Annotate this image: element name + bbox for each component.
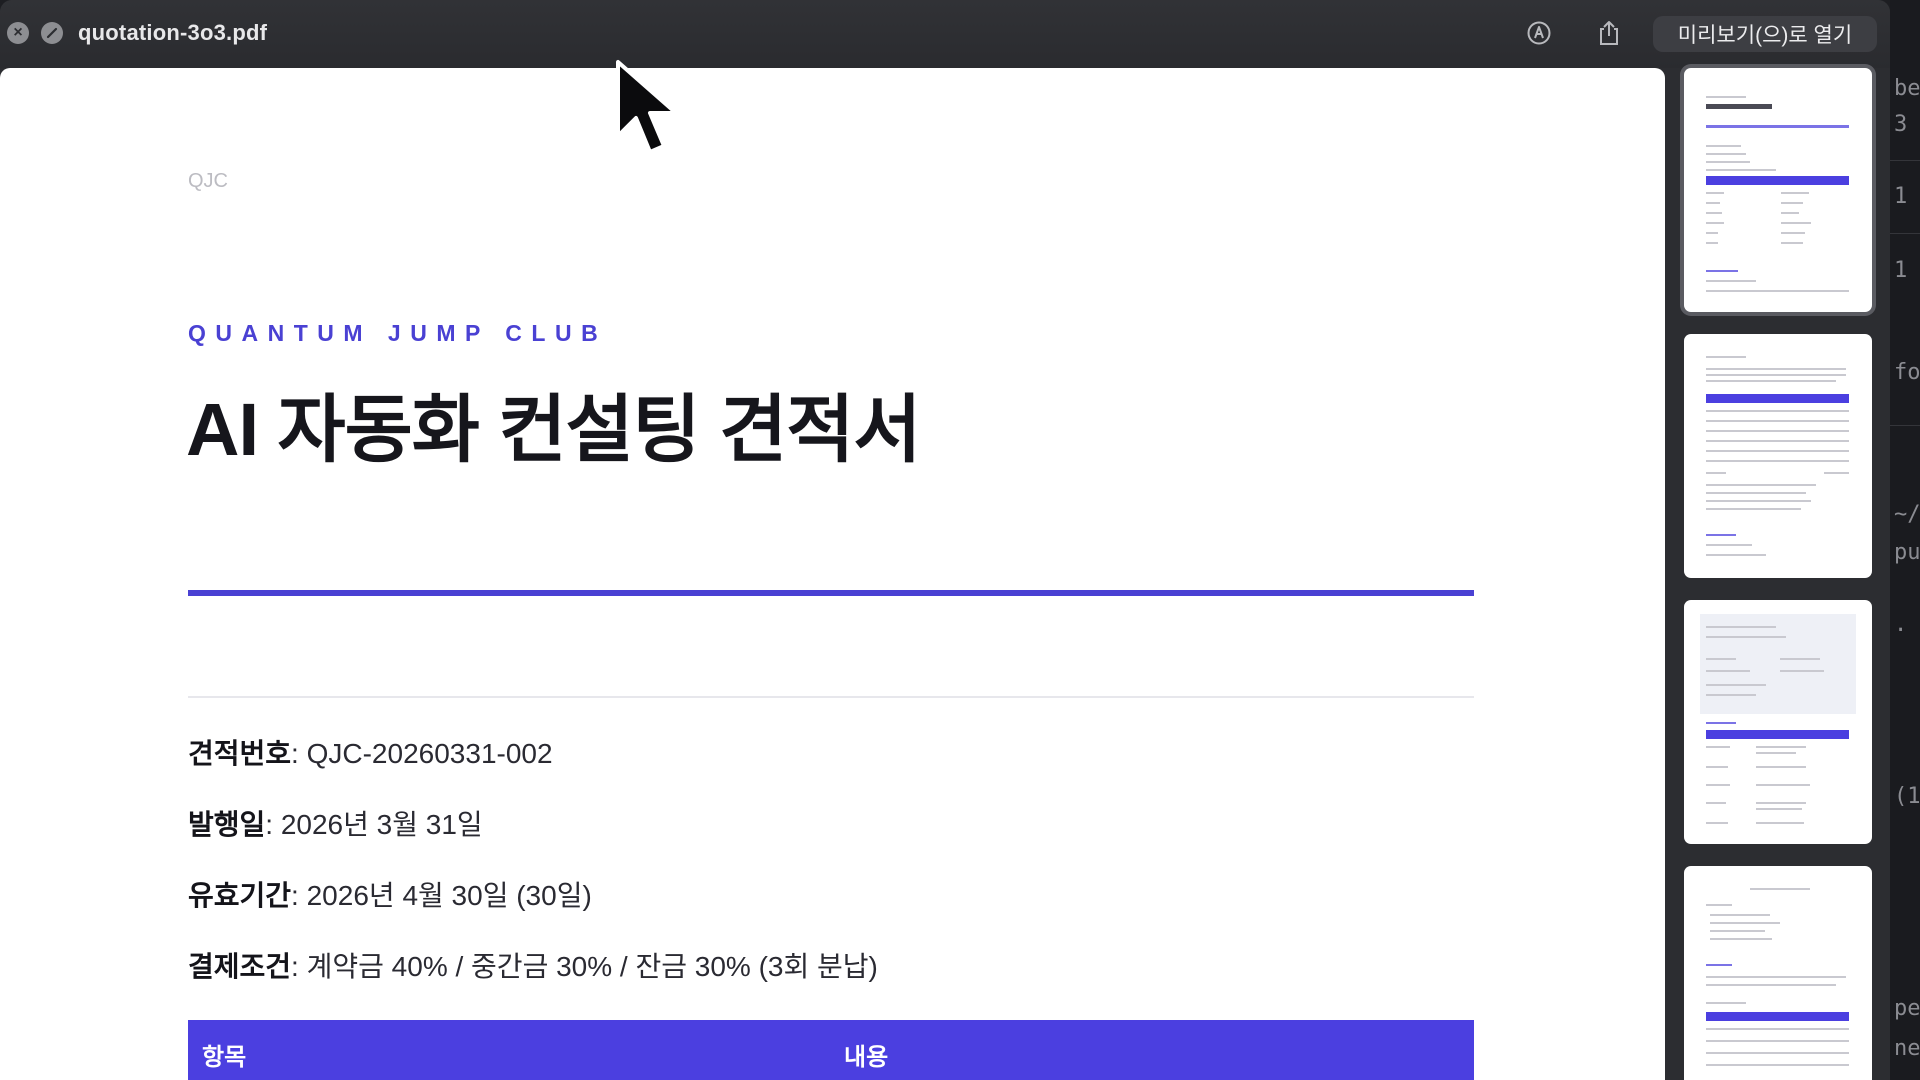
window-filename: quotation-3o3.pdf xyxy=(78,20,268,45)
open-with-preview-button[interactable]: 미리보기(으)로 열기 xyxy=(1653,16,1877,52)
terminal-fragment: ne xyxy=(1894,1036,1920,1061)
valid-until-line: 유효기간: 2026년 4월 30일 (30일) xyxy=(188,880,592,911)
quicklook-window: × quotation-3o3.pdf 미리보기(으)로 열기 QJC QUAN… xyxy=(0,0,1890,1080)
close-icon[interactable]: × xyxy=(7,22,29,44)
terminal-fragment: 1 xyxy=(1894,258,1908,283)
share-icon[interactable] xyxy=(1594,18,1624,48)
document-page: QJC QUANTUM JUMP CLUB AI 자동화 컨설팅 견적서 견적번… xyxy=(0,68,1665,1080)
page-thumbnail-1[interactable] xyxy=(1684,68,1872,312)
terminal-fragment: fo xyxy=(1894,360,1920,385)
terminal-divider xyxy=(1890,160,1920,161)
quote-number-label: 견적번호 xyxy=(188,738,292,769)
terminal-fragment: be xyxy=(1894,76,1920,101)
issue-date-line: 발행일: 2026년 3월 31일 xyxy=(188,809,483,840)
terminal-fragment: 1 xyxy=(1894,184,1908,209)
terminal-fragment: pu xyxy=(1894,540,1920,565)
terminal-fragment: 3 xyxy=(1894,112,1908,137)
terminal-divider xyxy=(1890,425,1920,426)
payment-terms-label: 결제조건 xyxy=(188,951,292,982)
background-terminal: be 3 1 1 fo ~/ pu . (1 per ne xyxy=(1890,0,1920,1080)
payment-terms-line: 결제조건: 계약금 40% / 중간금 30% / 잔금 30% (3회 분납) xyxy=(188,951,878,982)
quote-number-line: 견적번호: QJC-20260331-002 xyxy=(188,738,553,769)
terminal-fragment: . xyxy=(1894,612,1908,637)
table-header-item: 항목 xyxy=(202,1044,247,1071)
terminal-fragment: (1 xyxy=(1894,784,1920,809)
table-header: 항목 내용 xyxy=(188,1020,1474,1080)
company-name: QUANTUM JUMP CLUB xyxy=(188,320,608,346)
page-thumbnail-4[interactable] xyxy=(1684,866,1872,1080)
valid-until-value: 2026년 4월 30일 (30일) xyxy=(306,880,592,911)
valid-until-label: 유효기간 xyxy=(188,880,292,911)
terminal-divider xyxy=(1890,233,1920,234)
accent-divider xyxy=(188,590,1474,596)
page-thumbnail-2[interactable] xyxy=(1684,334,1872,578)
page-thumbnails xyxy=(1684,68,1872,1080)
quote-number-value: QJC-20260331-002 xyxy=(306,738,553,769)
terminal-fragment: ~/ xyxy=(1894,502,1920,527)
table-header-content: 내용 xyxy=(844,1044,889,1071)
page-thumbnail-3[interactable] xyxy=(1684,600,1872,844)
terminal-fragment: per xyxy=(1894,996,1920,1021)
fullscreen-icon[interactable] xyxy=(41,22,63,44)
mouse-pointer-icon xyxy=(616,60,678,154)
thin-divider xyxy=(188,696,1474,698)
issue-date-label: 발행일 xyxy=(188,809,266,840)
issue-date-value: 2026년 3월 31일 xyxy=(280,809,483,840)
titlebar: × quotation-3o3.pdf 미리보기(으)로 열기 xyxy=(0,0,1890,68)
markup-icon[interactable] xyxy=(1524,18,1554,48)
payment-terms-value: 계약금 40% / 중간금 30% / 잔금 30% (3회 분납) xyxy=(306,951,878,982)
document-title: AI 자동화 컨설팅 견적서 xyxy=(186,388,921,471)
brand-small: QJC xyxy=(188,170,228,192)
